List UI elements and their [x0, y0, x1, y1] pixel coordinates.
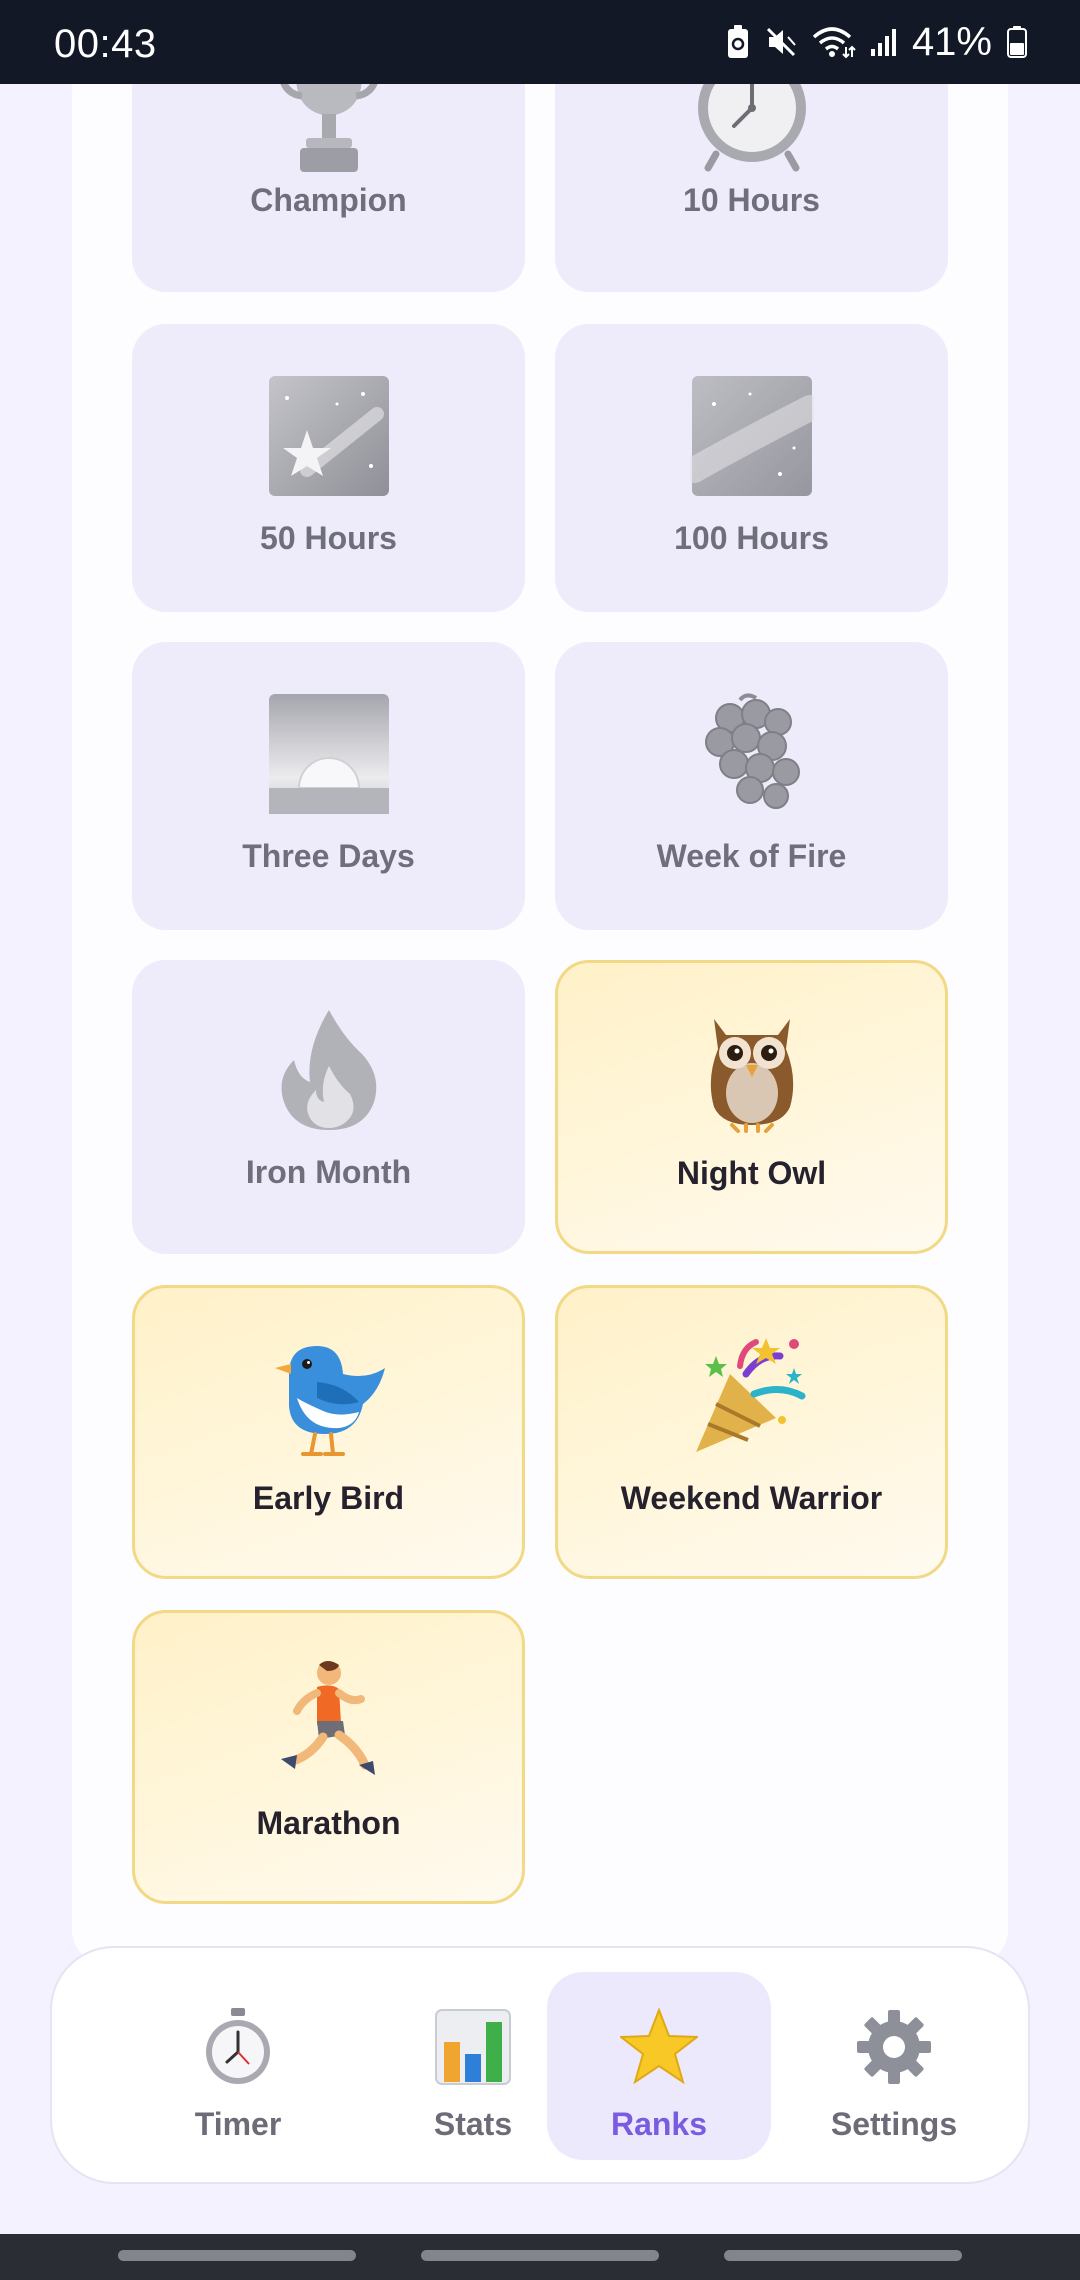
- gear-icon: [855, 2008, 933, 2086]
- fire-icon: [267, 1008, 391, 1132]
- badges-grid: Champion 10 Hours 50 Hours 100 Hours Thr…: [132, 50, 948, 1904]
- gesture-handle[interactable]: [118, 2250, 356, 2261]
- nav-label: Settings: [830, 2106, 958, 2142]
- mute-icon: [764, 25, 798, 59]
- badge-card-week-of-fire[interactable]: Week of Fire: [555, 642, 948, 930]
- bar-chart-icon: [434, 2008, 512, 2086]
- badge-card-50-hours[interactable]: 50 Hours: [132, 324, 525, 612]
- badge-label: Week of Fire: [656, 838, 847, 874]
- badge-card-champion[interactable]: Champion: [132, 50, 525, 292]
- nav-item-settings[interactable]: Settings: [782, 1972, 1006, 2160]
- bird-icon: [267, 1334, 391, 1458]
- battery-percent: 41%: [911, 19, 992, 64]
- status-icons: 41%: [726, 20, 1028, 64]
- badge-card-weekend-warrior[interactable]: Weekend Warrior: [555, 1285, 948, 1579]
- status-bar: 00:43 41%: [0, 0, 1080, 84]
- nav-item-timer[interactable]: Timer: [126, 1972, 350, 2160]
- system-navigation-bar: [0, 2234, 1080, 2280]
- gesture-handle[interactable]: [724, 2250, 962, 2261]
- sunrise-icon: [267, 692, 391, 816]
- grapes-icon: [690, 692, 814, 816]
- battery-icon: [1006, 26, 1028, 58]
- status-time: 00:43: [54, 22, 157, 66]
- badge-card-10-hours[interactable]: 10 Hours: [555, 50, 948, 292]
- nav-label: Ranks: [610, 2106, 708, 2142]
- owl-icon: [690, 1009, 814, 1133]
- nav-item-ranks[interactable]: Ranks: [547, 1972, 771, 2160]
- badge-card-three-days[interactable]: Three Days: [132, 642, 525, 930]
- shooting-star-icon: [267, 374, 391, 498]
- badge-card-marathon[interactable]: Marathon: [132, 1610, 525, 1904]
- bottom-nav: Timer Stats Ranks Settings: [50, 1946, 1030, 2184]
- wifi-icon: [812, 25, 856, 59]
- badge-card-iron-month[interactable]: Iron Month: [132, 960, 525, 1254]
- badge-label: Iron Month: [245, 1154, 412, 1190]
- gesture-handle[interactable]: [421, 2250, 659, 2261]
- badge-label: Three Days: [242, 838, 415, 874]
- runner-icon: [267, 1659, 391, 1783]
- signal-icon: [870, 27, 898, 57]
- stopwatch-icon: [199, 2008, 277, 2086]
- badge-label: Early Bird: [252, 1480, 405, 1516]
- nav-label: Timer: [194, 2106, 282, 2142]
- badge-label: 100 Hours: [674, 520, 829, 556]
- star-icon: [620, 2008, 698, 2086]
- badge-card-100-hours[interactable]: 100 Hours: [555, 324, 948, 612]
- badge-card-early-bird[interactable]: Early Bird: [132, 1285, 525, 1579]
- party-popper-icon: [690, 1334, 814, 1458]
- milky-way-icon: [689, 374, 814, 498]
- badge-label: Champion: [250, 182, 407, 218]
- battery-saver-icon: [726, 24, 750, 60]
- badge-label: 50 Hours: [260, 520, 397, 556]
- badge-label: Marathon: [256, 1805, 401, 1841]
- badge-card-night-owl[interactable]: Night Owl: [555, 960, 948, 1254]
- badge-label: 10 Hours: [683, 182, 820, 218]
- badge-label: Night Owl: [676, 1155, 827, 1191]
- badge-label: Weekend Warrior: [620, 1480, 883, 1516]
